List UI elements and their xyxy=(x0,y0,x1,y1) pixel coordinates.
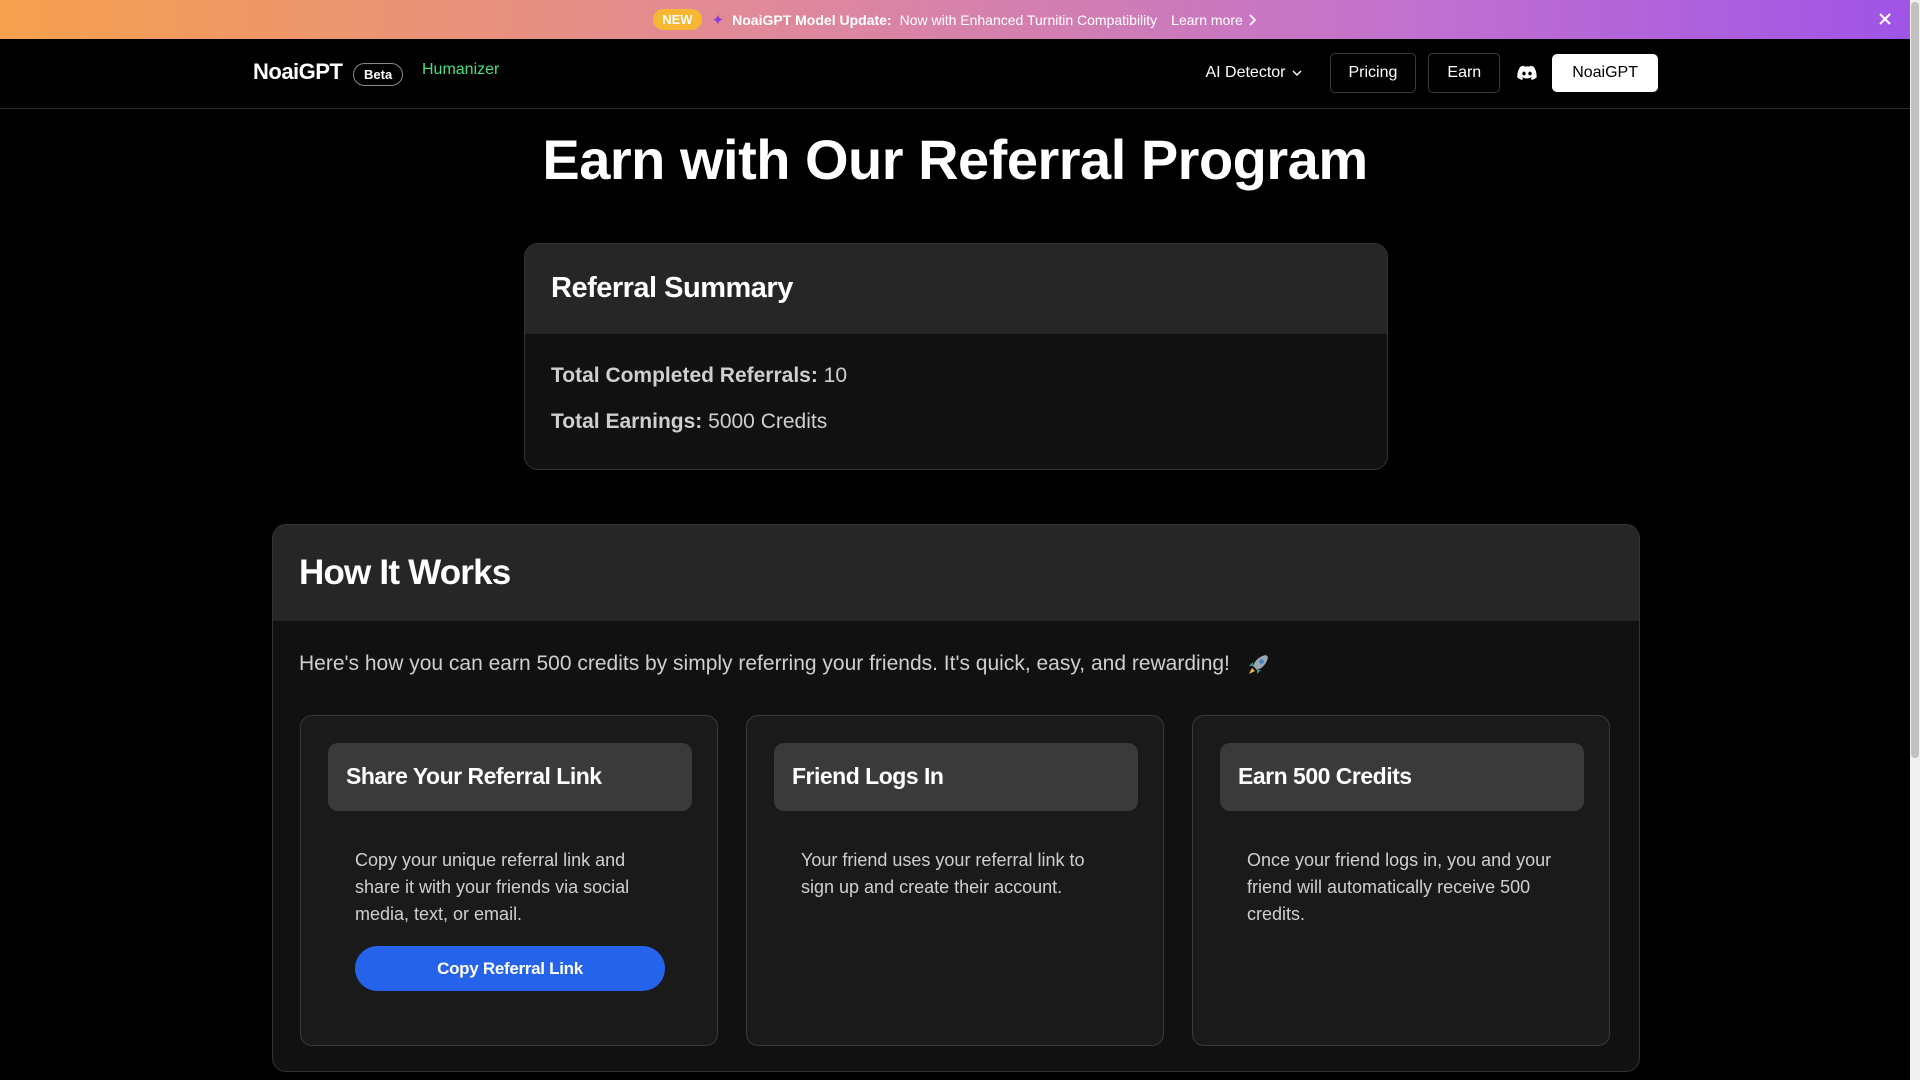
banner-content: NEW ✦ NoaiGPT Model Update: Now with Enh… xyxy=(653,9,1257,30)
sparkle-icon: ✦ xyxy=(711,11,725,29)
referral-summary-body: Total Completed Referrals: 10 Total Earn… xyxy=(525,334,1387,469)
step-card-friend-logs-in: Friend Logs In Your friend uses your ref… xyxy=(746,715,1164,1046)
total-earnings-label: Total Earnings: xyxy=(551,410,703,433)
page-scrollbar[interactable] xyxy=(1910,0,1920,1080)
referral-summary-card: Referral Summary Total Completed Referra… xyxy=(524,243,1388,470)
step-description: Once your friend logs in, you and your f… xyxy=(1247,850,1552,924)
page-title: Earn with Our Referral Program xyxy=(542,128,1368,191)
how-it-works-header: How It Works xyxy=(273,525,1639,621)
total-earnings-value: 5000 Credits xyxy=(708,410,828,433)
intro-text: Here's how you can earn 500 credits by s… xyxy=(299,652,1230,675)
logo[interactable]: NoaiGPT xyxy=(253,59,343,85)
discord-icon[interactable] xyxy=(1516,62,1538,84)
step-title: Friend Logs In xyxy=(774,743,1138,811)
earn-button[interactable]: Earn xyxy=(1428,53,1501,93)
steps-list: Share Your Referral Link Copy your uniqu… xyxy=(300,715,1610,1046)
step-title: Earn 500 Credits xyxy=(1220,743,1584,811)
how-it-works-heading: How It Works xyxy=(299,553,511,592)
beta-badge: Beta xyxy=(353,63,404,86)
ai-detector-label: AI Detector xyxy=(1205,64,1286,81)
chevron-right-icon xyxy=(1249,13,1256,26)
total-earnings-row: Total Earnings: 5000 Credits xyxy=(551,410,1361,434)
step-description: Your friend uses your referral link to s… xyxy=(801,850,1085,897)
pricing-button[interactable]: Pricing xyxy=(1329,53,1417,93)
rocket-icon xyxy=(1248,655,1268,674)
nav-right: AI Detector Pricing Earn NoaiGPT xyxy=(1205,53,1658,93)
learn-more-label: Learn more xyxy=(1171,11,1243,28)
step-description: Copy your unique referral link and share… xyxy=(355,850,630,924)
learn-more-link[interactable]: Learn more xyxy=(1171,12,1257,28)
completed-referrals-value: 10 xyxy=(823,364,848,387)
new-badge: NEW xyxy=(653,9,702,30)
scrollbar-thumb[interactable] xyxy=(1911,2,1919,758)
banner-text: Now with Enhanced Turnitin Compatibility xyxy=(899,11,1158,28)
step-card-share: Share Your Referral Link Copy your uniqu… xyxy=(300,715,718,1046)
copy-referral-link-button[interactable]: Copy Referral Link xyxy=(355,946,665,991)
referral-summary-header: Referral Summary xyxy=(525,244,1387,334)
step-title: Share Your Referral Link xyxy=(328,743,692,811)
noaigpt-cta-button[interactable]: NoaiGPT xyxy=(1552,54,1658,92)
close-icon[interactable] xyxy=(1876,10,1894,28)
nav-humanizer-link[interactable]: Humanizer xyxy=(422,61,499,79)
chevron-down-icon xyxy=(1292,70,1301,76)
completed-referrals-label: Total Completed Referrals: xyxy=(551,364,818,387)
ai-detector-dropdown[interactable]: AI Detector xyxy=(1205,64,1301,82)
site-header: NoaiGPT Beta Humanizer AI Detector Prici… xyxy=(0,39,1910,109)
step-card-earn-credits: Earn 500 Credits Once your friend logs i… xyxy=(1192,715,1610,1046)
how-it-works-card: How It Works Here's how you can earn 500… xyxy=(272,524,1640,1072)
completed-referrals-row: Total Completed Referrals: 10 xyxy=(551,364,1361,388)
referral-summary-heading: Referral Summary xyxy=(551,272,793,304)
announcement-banner: NEW ✦ NoaiGPT Model Update: Now with Enh… xyxy=(0,0,1910,39)
how-it-works-intro: Here's how you can earn 500 credits by s… xyxy=(299,651,1272,677)
banner-title: NoaiGPT Model Update: xyxy=(732,11,892,28)
